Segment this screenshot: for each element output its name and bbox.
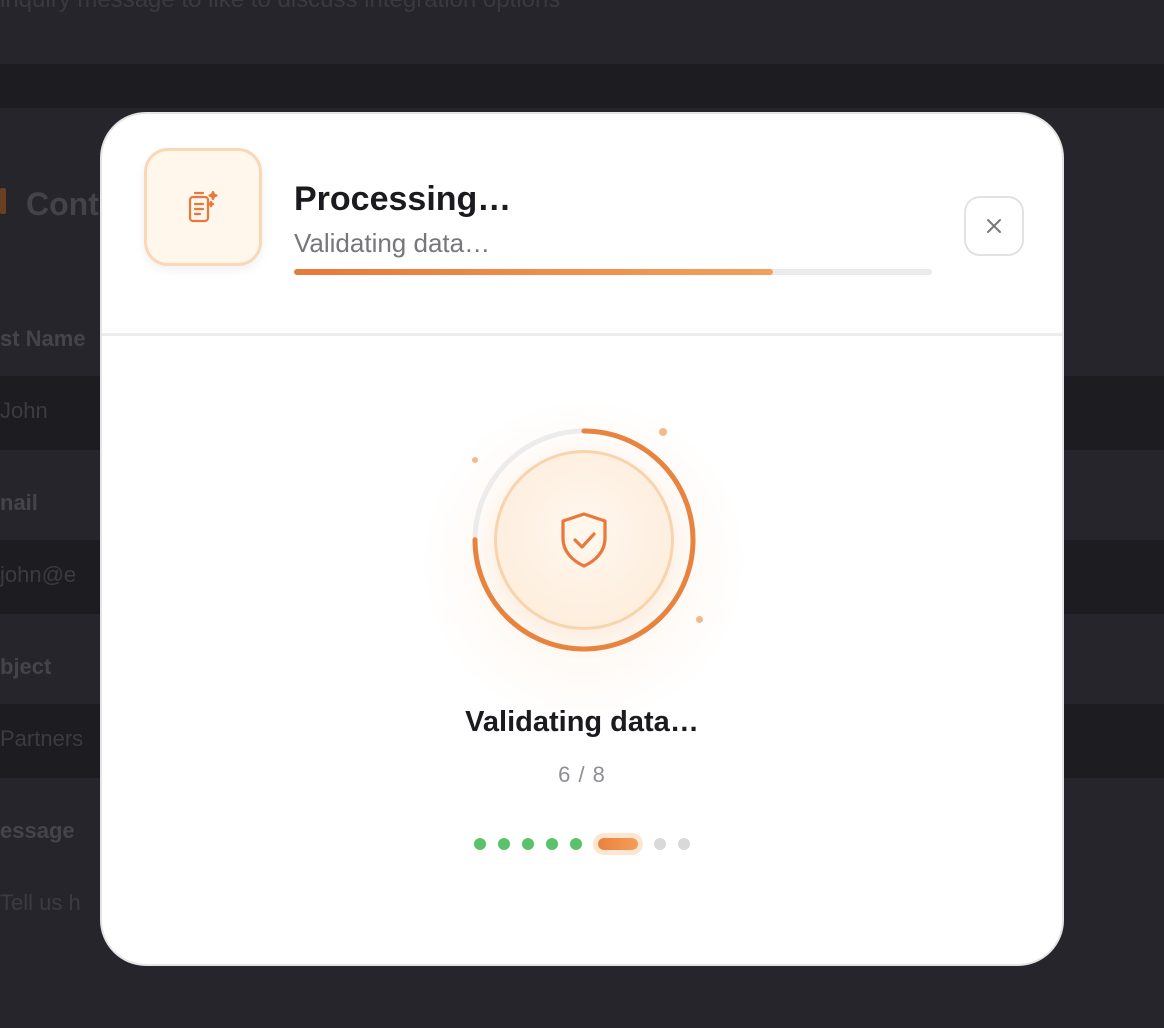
processing-modal: Processing… Validating data… Validating … xyxy=(100,112,1064,966)
current-step-label: Validating data… xyxy=(465,706,699,738)
bg-label-message: essage xyxy=(0,818,75,843)
bg-top-text: inquiry message to like to discuss integ… xyxy=(0,0,560,14)
step-dot-done xyxy=(570,838,582,850)
spark-dot xyxy=(696,616,703,623)
step-dot-pending xyxy=(654,838,666,850)
bg-section-accent xyxy=(0,188,6,214)
modal-subtitle: Validating data… xyxy=(294,228,491,258)
step-dot-done xyxy=(474,838,486,850)
close-button[interactable] xyxy=(964,196,1024,256)
document-sparkle-icon xyxy=(144,148,262,266)
step-dot-pending xyxy=(678,838,690,850)
step-dot-active xyxy=(598,838,638,850)
progress-bar-fill xyxy=(294,269,773,275)
spark-dot xyxy=(659,428,667,436)
bg-textarea-message[interactable]: Tell us h xyxy=(0,890,81,916)
step-indicator xyxy=(102,838,1062,850)
step-dot-done xyxy=(522,838,534,850)
modal-header: Processing… Validating data… xyxy=(102,114,1062,336)
progress-bar xyxy=(294,269,932,275)
step-dot-done xyxy=(498,838,510,850)
bg-section-title: Cont xyxy=(26,186,99,222)
shield-check-icon xyxy=(494,450,674,630)
bg-top-bar: inquiry message to like to discuss integ… xyxy=(0,0,1164,64)
step-counter: 6 / 8 xyxy=(558,762,606,787)
modal-title: Processing… xyxy=(294,180,512,218)
bg-label-first-name: st Name xyxy=(0,326,86,351)
bg-label-subject: bject xyxy=(0,654,52,679)
bg-label-email: nail xyxy=(0,490,38,515)
close-icon xyxy=(987,219,1001,233)
step-dot-done xyxy=(546,838,558,850)
spark-dot xyxy=(472,457,478,463)
